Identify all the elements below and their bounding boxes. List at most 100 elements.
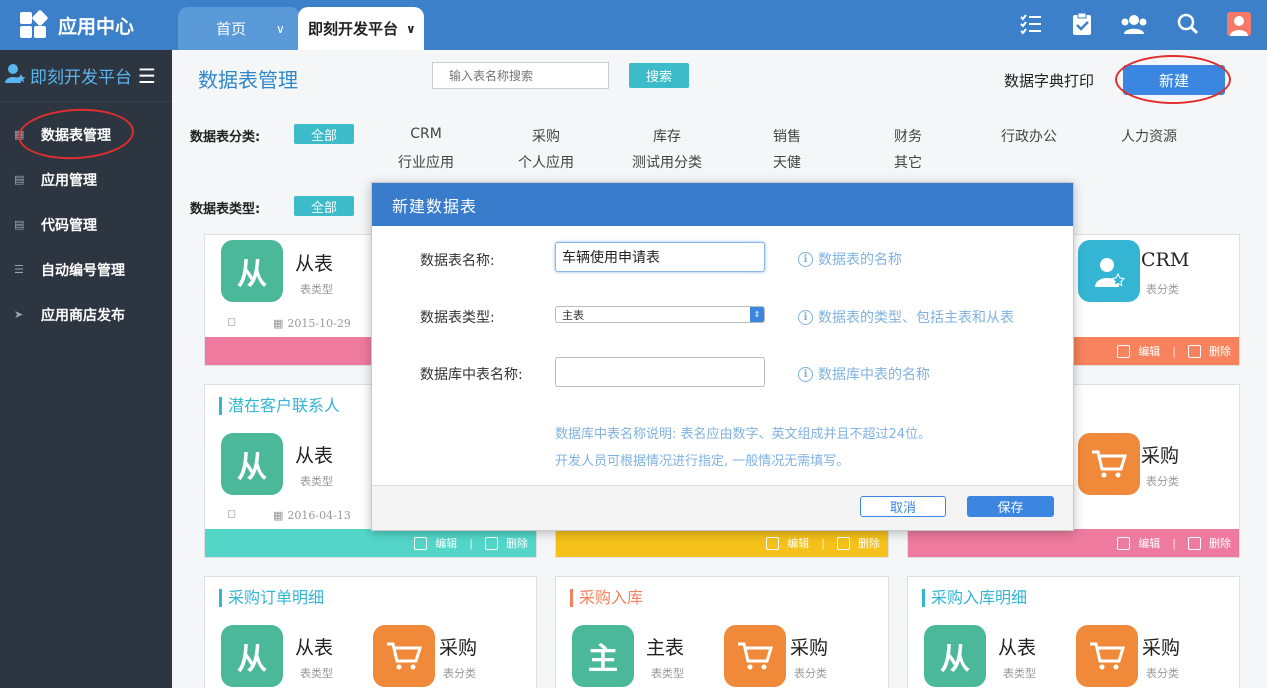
edit-link[interactable]: 编辑: [1138, 343, 1160, 359]
category-item[interactable]: 行政办公: [969, 126, 1089, 146]
type-value: 从表: [295, 253, 334, 275]
sidebar-item-autonumber[interactable]: ☰ 自动编号管理: [0, 247, 172, 292]
category-item[interactable]: 销售: [727, 126, 847, 146]
app-icon: ▤: [14, 173, 25, 186]
category-item[interactable]: 其它: [848, 152, 968, 172]
edit-icon[interactable]: [414, 536, 428, 550]
category-value: 采购: [1142, 637, 1181, 659]
tab-platform[interactable]: 即刻开发平台 ∨: [298, 7, 424, 50]
type-label: 数据表类型:: [420, 310, 495, 326]
table-type-select[interactable]: 主表 ⇕: [555, 306, 765, 323]
calendar-icon: ▦: [273, 509, 284, 522]
highlight-ring: [16, 105, 136, 163]
sidebar-item-apps[interactable]: ▤ 应用管理: [0, 157, 172, 202]
category-value: 采购: [439, 637, 478, 659]
sidebar-item-tables[interactable]: ▦ 数据表管理: [0, 105, 172, 163]
tasks-icon[interactable]: [1017, 10, 1045, 38]
type-all[interactable]: 全部: [294, 196, 354, 216]
sidebar-item-label: 代码管理: [41, 217, 97, 234]
cart-icon: [1078, 433, 1140, 495]
edit-icon[interactable]: [1117, 344, 1131, 358]
brand[interactable]: 应用中心: [0, 0, 172, 50]
child-table-tile: 从: [221, 625, 283, 687]
category-item[interactable]: 人力资源: [1089, 126, 1209, 146]
edit-link[interactable]: 编辑: [787, 535, 809, 551]
list-icon: ☰: [14, 263, 24, 276]
category-item[interactable]: 采购: [486, 126, 606, 146]
category-sub: 表分类: [1146, 475, 1179, 488]
type-value: 从表: [295, 637, 334, 659]
category-value: 采购: [1141, 445, 1180, 467]
user-avatar-icon[interactable]: [1225, 10, 1253, 38]
divider: |: [469, 536, 473, 550]
dict-print-link[interactable]: 数据字典打印: [1004, 70, 1094, 91]
sidebar-header: 即刻开发平台 ☰: [0, 50, 172, 102]
save-button[interactable]: 保存: [967, 496, 1054, 517]
delete-link[interactable]: 删除: [506, 535, 528, 551]
edit-link[interactable]: 编辑: [1138, 535, 1160, 551]
info-icon: i: [798, 309, 813, 325]
cart-icon: [373, 625, 435, 687]
category-item[interactable]: CRM: [366, 126, 486, 142]
delete-link[interactable]: 删除: [1209, 535, 1231, 551]
type-value: 从表: [295, 445, 334, 467]
type-value: 从表: [998, 637, 1037, 659]
delete-link[interactable]: 删除: [858, 535, 880, 551]
category-item[interactable]: 测试用分类: [607, 152, 727, 172]
tab-home[interactable]: 首页 ∨: [178, 7, 300, 50]
edit-link[interactable]: 编辑: [435, 535, 457, 551]
dialog-title: 新建数据表: [372, 183, 1073, 226]
card-title: 潜在客户联系人: [219, 397, 340, 415]
sidebar-item-label: 应用商店发布: [41, 307, 125, 324]
card-title: 采购入库明细: [922, 589, 1027, 607]
highlight-ring: [1115, 55, 1231, 104]
category-item[interactable]: 行业应用: [366, 152, 486, 172]
table-card[interactable]: 采购入库 主 主表 表类型 采购 表分类: [555, 576, 889, 688]
child-table-tile: 从: [221, 240, 283, 302]
users-icon[interactable]: [1120, 10, 1148, 38]
hamburger-icon[interactable]: ☰: [138, 64, 156, 88]
edit-icon[interactable]: [1117, 536, 1131, 550]
search-button[interactable]: 搜索: [629, 63, 689, 88]
new-table-dialog: 新建数据表 数据表名称: i 数据表的名称 数据表类型: 主表 ⇕ i 数据表的类型、…: [371, 182, 1074, 531]
clipboard-icon[interactable]: [1068, 10, 1096, 38]
hint-text: 数据表的类型、包括主表和从表: [818, 310, 1014, 326]
main-table-tile: 主: [572, 625, 634, 687]
db-name-input[interactable]: [555, 357, 765, 387]
date-text: 2015-10-29: [287, 317, 351, 330]
sidebar-item-label: 应用管理: [41, 172, 97, 189]
trash-icon[interactable]: [485, 536, 498, 550]
trash-icon[interactable]: [837, 536, 850, 550]
trash-icon[interactable]: [1188, 344, 1201, 358]
table-name-input[interactable]: [555, 242, 765, 272]
category-item[interactable]: 财务: [848, 126, 968, 146]
category-sub: 表分类: [1146, 283, 1179, 296]
chevron-down-icon: ∨: [276, 21, 285, 36]
name-label: 数据表名称:: [420, 253, 495, 269]
edit-icon[interactable]: [766, 536, 780, 550]
sidebar-item-code[interactable]: ▤ 代码管理: [0, 202, 172, 247]
cancel-button[interactable]: 取消: [860, 496, 946, 517]
category-item[interactable]: 天健: [727, 152, 847, 172]
category-all[interactable]: 全部: [294, 124, 354, 144]
info-icon: i: [798, 251, 813, 267]
trash-icon[interactable]: [1188, 536, 1201, 550]
delete-link[interactable]: 删除: [1209, 343, 1231, 359]
cart-icon: [724, 625, 786, 687]
hint-text: 数据表的名称: [818, 252, 902, 268]
type-label: 数据表类型:: [190, 202, 261, 217]
table-card[interactable]: 采购入库明细 从 从表 表类型 采购 表分类: [907, 576, 1240, 688]
category-label: 数据表分类:: [190, 130, 261, 145]
sidebar-item-appstore[interactable]: ➤ 应用商店发布: [0, 292, 172, 337]
category-item[interactable]: 个人应用: [486, 152, 606, 172]
dialog-footer: 取消 保存: [372, 485, 1073, 530]
search-input[interactable]: [432, 62, 609, 89]
date-text: 2016-04-13: [287, 509, 351, 522]
type-hint: i 数据表的类型、包括主表和从表: [798, 307, 1014, 327]
user-icon: ◻: [227, 315, 237, 328]
category-item[interactable]: 库存: [607, 126, 727, 146]
search-icon[interactable]: [1174, 10, 1202, 38]
note-line-2: 开发人员可根据情况进行指定, 一般情况无需填写。: [555, 454, 850, 469]
type-sub: 表类型: [300, 667, 333, 680]
table-card[interactable]: 采购订单明细 从 从表 表类型 采购 表分类: [204, 576, 537, 688]
